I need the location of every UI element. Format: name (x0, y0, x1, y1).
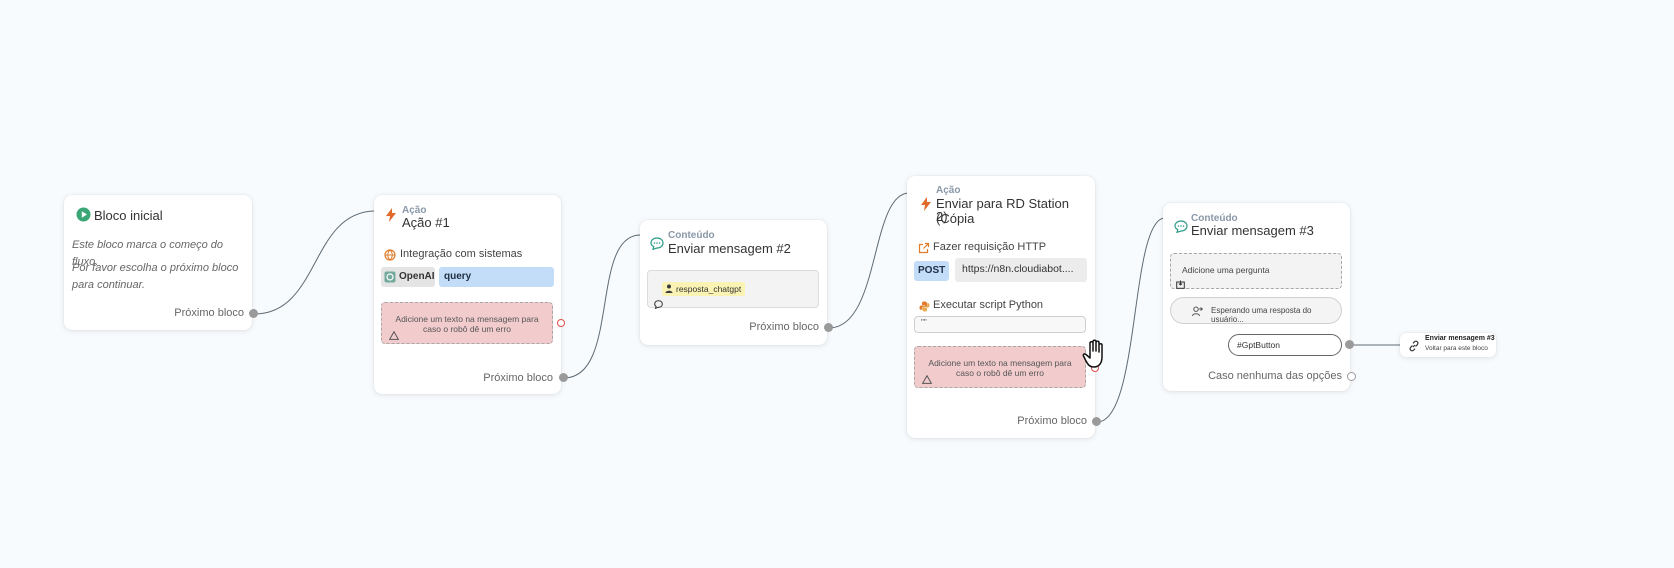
openai-chip[interactable]: OpenAI (381, 267, 435, 287)
next-block-label: Próximo bloco (1017, 415, 1087, 427)
next-block-label: Próximo bloco (749, 321, 819, 333)
link-node-title: Enviar mensagem #3 (1425, 335, 1495, 342)
error-message-line1: Adicione um texto na mensagem para (928, 358, 1072, 368)
user-response-icon (1192, 306, 1204, 319)
next-block-label: Próximo bloco (174, 307, 244, 319)
chat-bubble-icon (1174, 220, 1188, 238)
waiting-response-text: Esperando uma resposta do usuário... (1211, 306, 1312, 324)
user-icon (665, 283, 673, 297)
link-icon (1408, 339, 1420, 357)
message3-node[interactable]: Conteúdo Enviar mensagem #3 Adicione uma… (1163, 203, 1350, 391)
rd-station-node[interactable]: Ação Enviar para RD Station (Cópia 2) Fa… (907, 176, 1095, 438)
gpt-button-option[interactable]: #GptButton (1228, 334, 1342, 356)
error-message-line2: caso o robô dê um erro (423, 324, 511, 334)
link-node[interactable]: Enviar mensagem #3 Voltar para este bloc… (1400, 333, 1496, 357)
query-label: query (444, 271, 472, 282)
message3-title: Enviar mensagem #3 (1191, 223, 1314, 238)
external-link-icon (918, 241, 930, 259)
link-node-subtitle: Voltar para este bloco (1425, 345, 1488, 352)
gpt-button-label: #GptButton (1237, 340, 1281, 350)
inbox-icon (1176, 276, 1185, 294)
action1-node[interactable]: Ação Ação #1 Integração com sistemas Ope… (374, 195, 561, 394)
gpt-button-output-handle[interactable] (1345, 340, 1354, 349)
question-placeholder: Adicione uma pergunta (1182, 265, 1270, 275)
http-url-chip[interactable]: https://n8n.cloudiabot.... (955, 258, 1087, 282)
hand-cursor-icon (1082, 339, 1108, 374)
lightning-icon (385, 208, 397, 227)
variable-chip: resposta_chatgpt (662, 282, 746, 297)
rd-station-output-handle[interactable] (1092, 417, 1101, 426)
edge-action1-to-message2 (563, 234, 641, 379)
message2-output-handle[interactable] (824, 323, 833, 332)
globe-icon (384, 248, 396, 266)
message2-title: Enviar mensagem #2 (668, 241, 791, 256)
http-request-title: Fazer requisição HTTP (933, 241, 1047, 253)
start-node-description-3: para continuar. (72, 279, 145, 291)
query-chip[interactable]: query (439, 267, 554, 287)
error-output-handle[interactable] (557, 319, 565, 327)
edge-rd-to-message3 (1096, 217, 1165, 423)
start-node-description-2: Por favor escolha o próximo bloco (72, 262, 239, 274)
fallback-output-handle[interactable] (1347, 372, 1356, 381)
question-box[interactable]: Adicione uma pergunta (1170, 253, 1342, 289)
warning-icon (921, 374, 933, 386)
error-message-box[interactable]: Adicione um texto na mensagem para caso … (381, 302, 553, 344)
message-content-box[interactable]: resposta_chatgpt (647, 270, 819, 310)
variable-name: resposta_chatgpt (676, 284, 742, 294)
start-node-output-handle[interactable] (249, 309, 258, 318)
error-message-line2: caso o robô dê um erro (956, 368, 1044, 378)
chat-bubble-icon (650, 237, 664, 255)
rd-station-title-line2: 2) (936, 209, 948, 224)
lightning-icon (920, 197, 932, 216)
fallback-option-label: Caso nenhuma das opções (1208, 370, 1342, 382)
rd-station-title-line1: Enviar para RD Station (Cópia (936, 196, 1069, 226)
warning-icon (388, 330, 400, 342)
start-node-title: Bloco inicial (94, 208, 163, 223)
action1-title: Ação #1 (402, 215, 450, 230)
comment-icon (654, 296, 663, 314)
content-kind-label: Conteúdo (668, 230, 715, 241)
error-message-line1: Adicione um texto na mensagem para (395, 314, 539, 324)
start-node[interactable]: Bloco inicial Este bloco marca o começo … (64, 195, 252, 330)
python-code-field[interactable]: "" (914, 316, 1086, 333)
python-code: "" (921, 318, 927, 327)
openai-icon (384, 271, 396, 286)
http-url: https://n8n.cloudiabot.... (962, 263, 1074, 275)
flow-canvas[interactable]: Bloco inicial Este bloco marca o começo … (0, 0, 1674, 568)
edge-message2-to-rd (828, 192, 909, 329)
http-method-chip[interactable]: POST (914, 261, 949, 281)
python-script-title: Executar script Python (933, 299, 1044, 311)
edge-start-to-action1 (253, 210, 375, 315)
openai-label: OpenAI (399, 271, 435, 282)
error-message-box[interactable]: Adicione um texto na mensagem para caso … (914, 346, 1086, 388)
integration-title: Integração com sistemas (400, 248, 523, 260)
next-block-label: Próximo bloco (483, 372, 553, 384)
action1-output-handle[interactable] (559, 373, 568, 382)
action-kind-label: Ação (936, 185, 961, 196)
http-method: POST (918, 265, 946, 276)
python-icon (919, 299, 930, 317)
waiting-response-pill: Esperando uma resposta do usuário... (1170, 297, 1342, 324)
play-circle-icon (76, 207, 91, 227)
message2-node[interactable]: Conteúdo Enviar mensagem #2 resposta_cha… (640, 220, 827, 345)
